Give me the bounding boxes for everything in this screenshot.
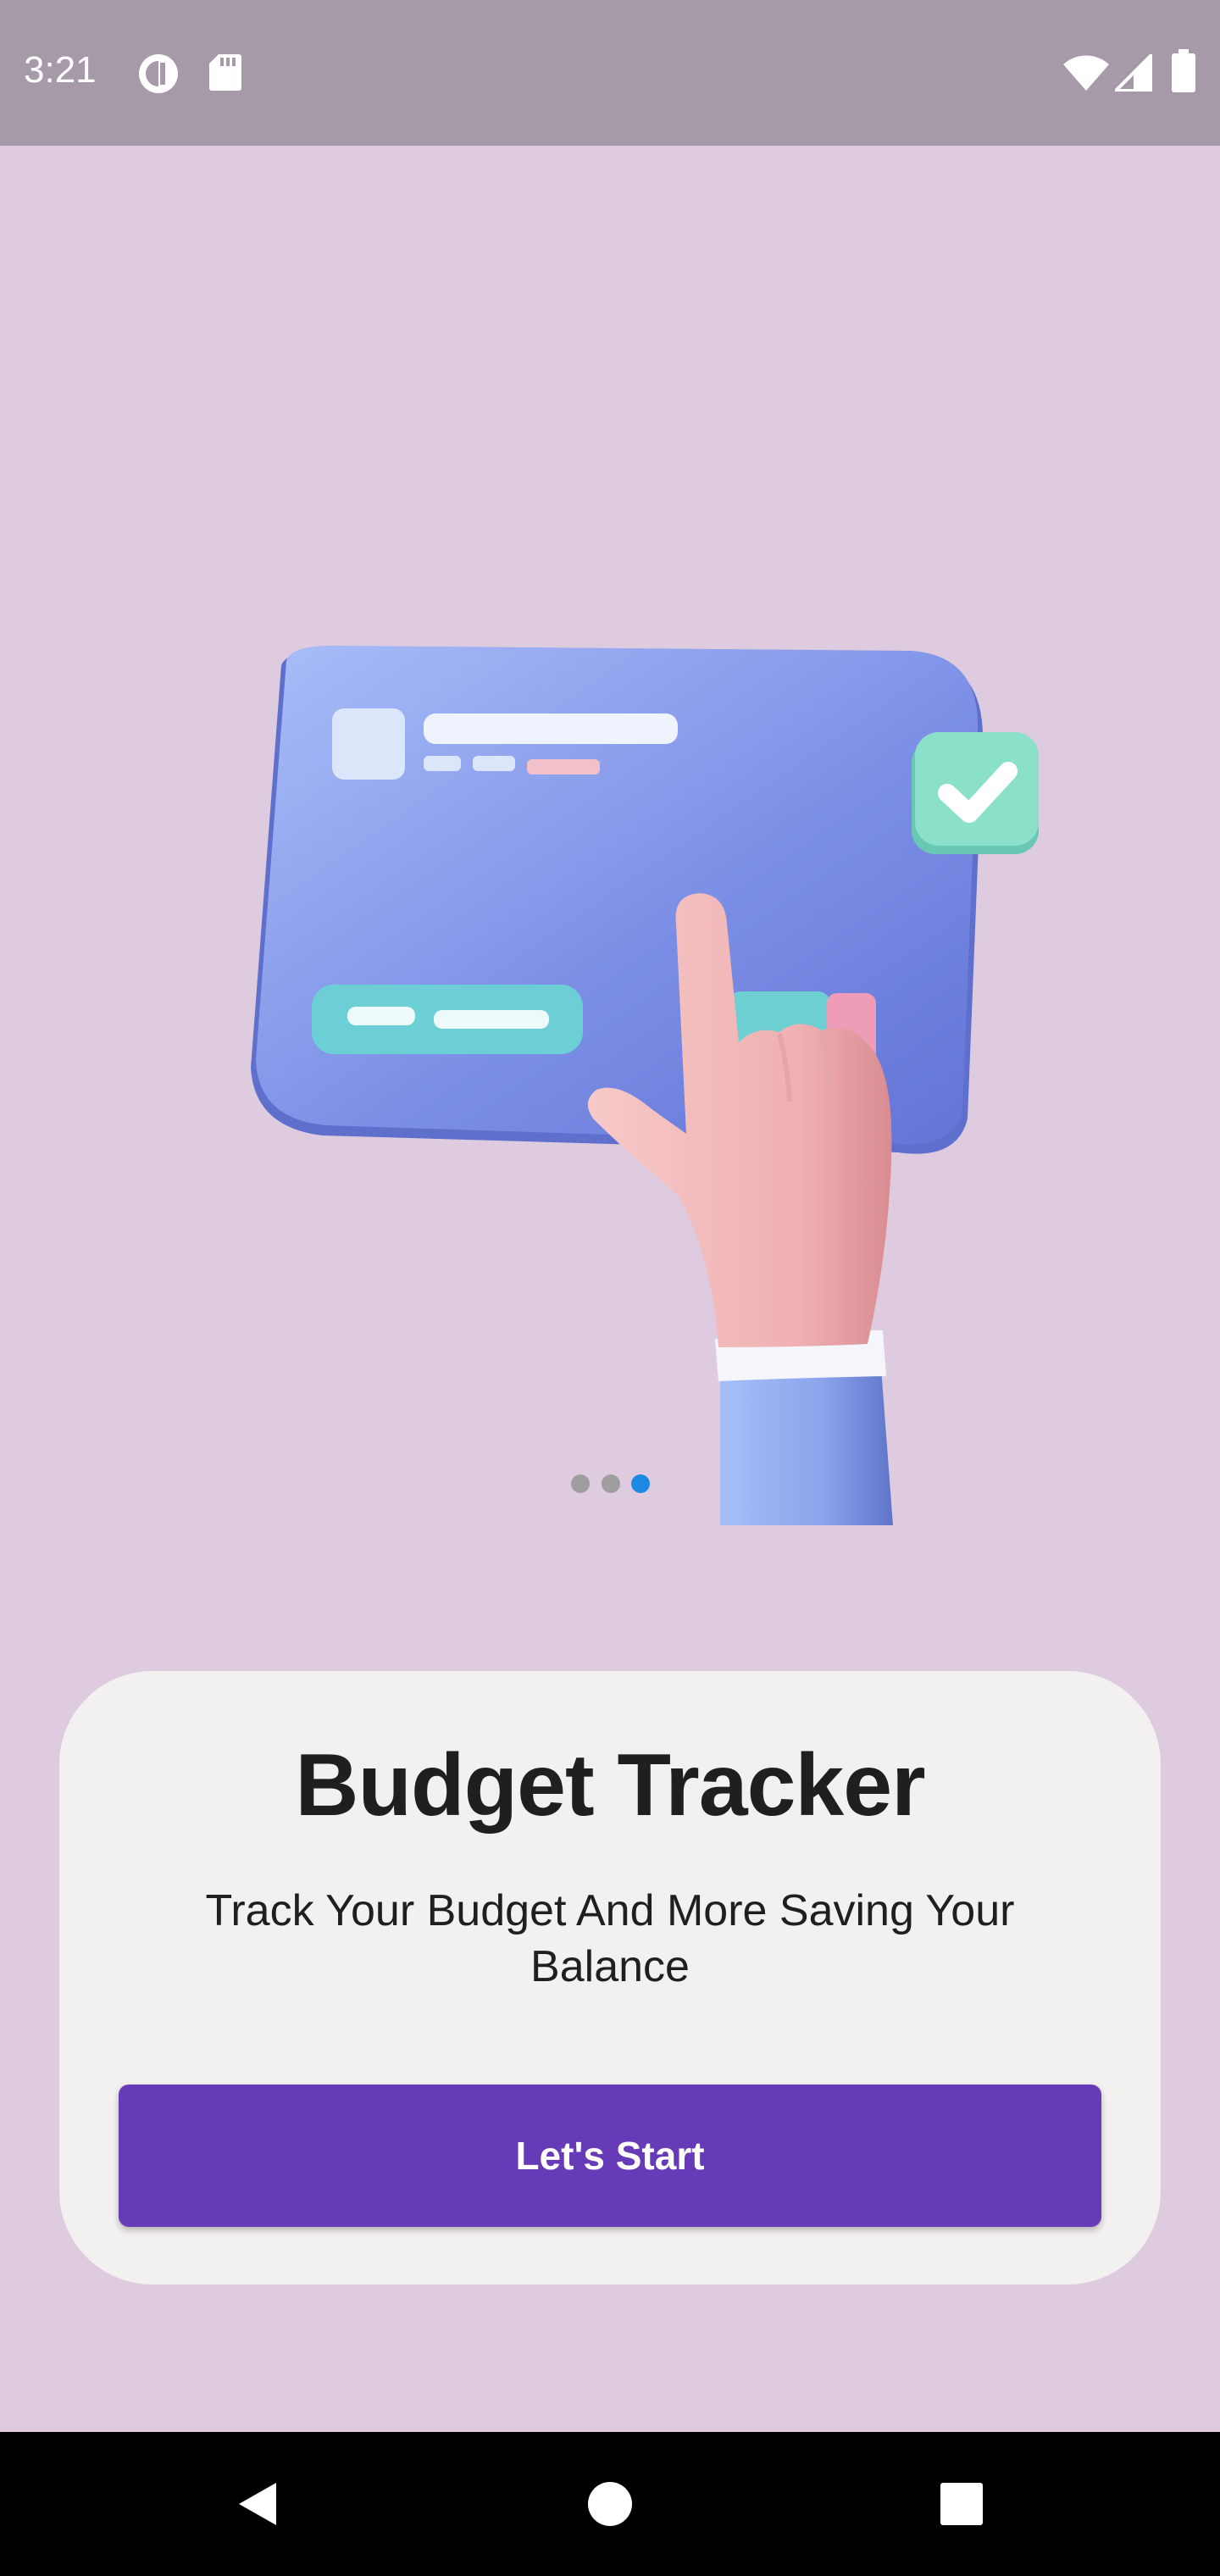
lets-start-button[interactable]: Let's Start bbox=[119, 2085, 1101, 2227]
card-title: Budget Tracker bbox=[295, 1736, 925, 1835]
sd-card-icon bbox=[208, 53, 242, 96]
page-indicator bbox=[568, 1474, 661, 1495]
onboarding-card: Budget Tracker Track Your Budget And Mor… bbox=[59, 1671, 1161, 2285]
page-dot-2 bbox=[602, 1474, 620, 1493]
status-bar: 3:21 bbox=[0, 0, 1220, 146]
signal-icon bbox=[1112, 51, 1153, 96]
navigation-bar bbox=[0, 2432, 1220, 2576]
wifi-icon bbox=[1062, 54, 1110, 96]
home-icon[interactable] bbox=[572, 2466, 648, 2542]
data-saver-icon bbox=[137, 53, 180, 99]
recents-icon[interactable] bbox=[923, 2466, 1000, 2542]
status-time: 3:21 bbox=[24, 49, 97, 91]
page-dot-1 bbox=[571, 1474, 590, 1493]
card-subtitle: Track Your Budget And More Saving Your B… bbox=[205, 1886, 1015, 1991]
back-icon[interactable] bbox=[217, 2466, 293, 2542]
battery-icon bbox=[1171, 49, 1196, 97]
page-dot-3-active bbox=[631, 1474, 650, 1493]
credit-card-hand-illustration bbox=[237, 644, 1051, 1525]
